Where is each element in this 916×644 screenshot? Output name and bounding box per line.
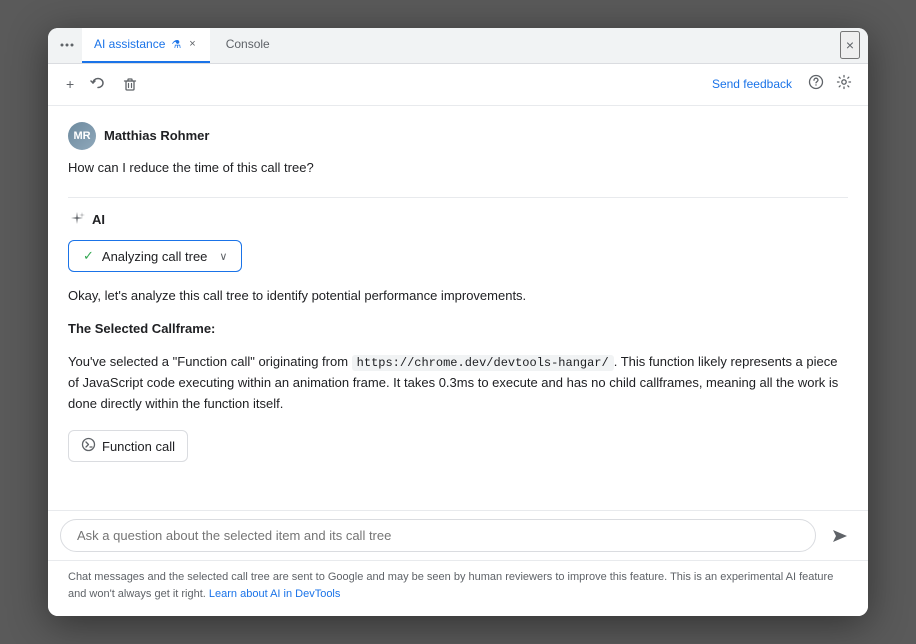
plus-icon: + bbox=[66, 76, 74, 92]
user-name: Matthias Rohmer bbox=[104, 128, 209, 143]
analyzing-text: Analyzing call tree bbox=[102, 249, 208, 264]
ai-sparkle-icon bbox=[68, 210, 86, 228]
new-chat-button[interactable]: + bbox=[60, 72, 80, 96]
section-title: The Selected Callframe: bbox=[68, 321, 215, 336]
footer-text: Chat messages and the selected call tree… bbox=[68, 569, 848, 602]
settings-icon bbox=[836, 74, 852, 90]
ai-header: AI bbox=[68, 210, 848, 228]
chat-input[interactable] bbox=[60, 519, 816, 552]
tab-console-label: Console bbox=[226, 37, 270, 51]
learn-about-ai-link[interactable]: Learn about AI in DevTools bbox=[209, 588, 340, 600]
tab-console[interactable]: Console bbox=[214, 28, 282, 63]
undo-button[interactable] bbox=[84, 72, 112, 96]
response-body-1: You've selected a "Function call" origin… bbox=[68, 354, 352, 369]
close-window-button[interactable]: × bbox=[840, 31, 860, 59]
ai-response-body: The Selected Callframe: bbox=[68, 319, 848, 340]
ai-label: AI bbox=[92, 212, 105, 227]
avatar: MR bbox=[68, 122, 96, 150]
help-button[interactable] bbox=[804, 70, 828, 99]
user-message: MR Matthias Rohmer How can I reduce the … bbox=[68, 122, 848, 178]
function-call-icon bbox=[81, 437, 96, 455]
devtools-panel: AI assistance ⚗ × Console × + bbox=[48, 28, 868, 617]
flask-icon: ⚗ bbox=[171, 38, 181, 51]
function-call-tag[interactable]: Function call bbox=[68, 430, 188, 462]
tab-ai-assistance-close[interactable]: × bbox=[187, 36, 197, 52]
send-icon bbox=[831, 527, 849, 545]
tab-ai-assistance[interactable]: AI assistance ⚗ × bbox=[82, 28, 210, 63]
send-feedback-button[interactable]: Send feedback bbox=[704, 73, 800, 95]
footer-text-part1: Chat messages and the selected call tree… bbox=[68, 571, 833, 600]
trash-icon bbox=[122, 76, 138, 92]
send-button[interactable] bbox=[824, 520, 856, 552]
analyzing-call-tree-badge[interactable]: ✓ Analyzing call tree ∨ bbox=[68, 240, 242, 272]
undo-icon bbox=[90, 76, 106, 92]
toolbar: + Send feedback bbox=[48, 64, 868, 106]
clear-button[interactable] bbox=[116, 72, 144, 96]
tab-ai-assistance-label: AI assistance bbox=[94, 37, 165, 51]
url-code: https://chrome.dev/devtools-hangar/ bbox=[352, 355, 614, 371]
user-header: MR Matthias Rohmer bbox=[68, 122, 848, 150]
function-call-label: Function call bbox=[102, 439, 175, 454]
input-area bbox=[48, 510, 868, 560]
ai-response-intro: Okay, let's analyze this call tree to id… bbox=[68, 286, 848, 307]
menu-dots-icon[interactable] bbox=[56, 34, 78, 56]
help-icon bbox=[808, 74, 824, 90]
footer: Chat messages and the selected call tree… bbox=[48, 560, 868, 616]
divider bbox=[68, 197, 848, 198]
chat-area: MR Matthias Rohmer How can I reduce the … bbox=[48, 106, 868, 511]
check-icon: ✓ bbox=[83, 248, 94, 264]
ai-response-detail: You've selected a "Function call" origin… bbox=[68, 352, 848, 415]
chevron-down-icon: ∨ bbox=[219, 250, 227, 263]
ai-message: AI ✓ Analyzing call tree ∨ Okay, let's a… bbox=[68, 210, 848, 478]
user-message-text: How can I reduce the time of this call t… bbox=[68, 158, 848, 178]
settings-button[interactable] bbox=[832, 70, 856, 99]
tab-bar: AI assistance ⚗ × Console × bbox=[48, 28, 868, 64]
